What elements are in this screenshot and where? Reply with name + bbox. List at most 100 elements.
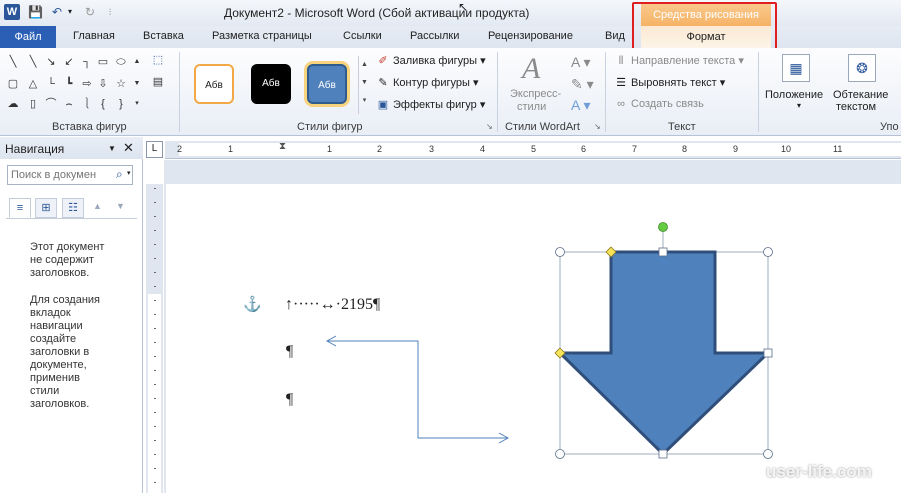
align-text-icon: ☰ [616, 77, 626, 89]
wrap-text-icon[interactable]: ❂ [848, 54, 876, 82]
align-text-label: Выровнять текст [631, 77, 717, 89]
tab-browse-pages[interactable]: ⊞ [35, 198, 57, 218]
paragraph-mark[interactable]: ¶ [286, 343, 293, 361]
tab-browse-headings[interactable]: ≡ [9, 198, 31, 218]
shape-style-orange-outline[interactable]: Абв [194, 64, 234, 104]
tab-home[interactable]: Главная [73, 30, 115, 42]
shape-outline-button[interactable]: ✎ Контур фигуры ▾ [376, 76, 478, 89]
rectangle-icon[interactable]: ▭ [96, 56, 110, 68]
cloud-icon[interactable]: ☁ [6, 98, 20, 110]
shape-effects-label: Эффекты фигур [393, 99, 477, 111]
curve-icon[interactable]: ⌒ [44, 98, 58, 110]
vertical-ruler[interactable] [146, 184, 163, 493]
position-button[interactable]: Положение [765, 89, 823, 101]
arrow-line-icon[interactable]: ↘ [44, 56, 58, 68]
arc-icon[interactable]: ⌢ [62, 98, 76, 110]
ruler-tick [154, 244, 156, 245]
position-dropdown-icon[interactable]: ▾ [797, 101, 801, 110]
ruler-tick [154, 440, 156, 441]
star-icon[interactable]: ☆ [114, 78, 128, 90]
dialog-launcher-icon[interactable]: ↘ [594, 122, 603, 131]
paragraph-mark[interactable]: ¶ [286, 391, 293, 409]
ruler-tick [154, 342, 156, 343]
tab-references[interactable]: Ссылки [343, 30, 382, 42]
wrap-text-line1[interactable]: Обтекание [833, 89, 888, 101]
wrap-text-line2[interactable]: текстом [836, 101, 876, 113]
line-icon[interactable]: ╲ [26, 56, 40, 68]
customize-qat-icon[interactable]: ⫶ [104, 4, 116, 20]
text-outline-icon[interactable]: ✎ ▾ [571, 76, 594, 93]
oval-icon[interactable]: ⬭ [114, 56, 128, 68]
double-arrow-icon[interactable]: ↙ [62, 56, 76, 68]
styles-scroll-icon[interactable]: ▲ ▼ ▾ [358, 56, 370, 114]
ruler-tick [154, 286, 156, 287]
search-options-icon[interactable]: ▾ [127, 169, 131, 177]
tab-page-layout[interactable]: Разметка страницы [212, 30, 312, 42]
horizontal-ruler[interactable]: 2 1 1 2 3 4 5 6 7 8 9 10 11 ⧗ [165, 141, 901, 159]
create-link-button[interactable]: ∞ Создать связь [614, 98, 704, 110]
text-fill-icon[interactable]: A ▾ [571, 54, 590, 71]
elbow-connector-icon[interactable]: ┐ [80, 56, 94, 68]
ruler-number: 10 [781, 144, 792, 154]
edit-shape-icon[interactable]: ⬚ [148, 54, 168, 66]
ruler-tick [154, 272, 156, 273]
line-icon[interactable]: ╲ [6, 56, 20, 68]
close-icon[interactable]: ✕ [123, 140, 134, 156]
arrow-right-icon[interactable]: ⇨ [80, 78, 94, 90]
ruler-tick [154, 370, 156, 371]
anchor-icon: ⚓ [243, 296, 262, 313]
tab-selector-button[interactable]: L [146, 141, 163, 158]
ruler-text-area [148, 294, 161, 493]
express-styles-line1[interactable]: Экспресс- [510, 88, 561, 100]
document-page[interactable] [166, 184, 901, 493]
group-separator [497, 52, 498, 132]
word-logo-icon[interactable]: W [4, 4, 20, 20]
express-styles-line2[interactable]: стили [517, 101, 546, 113]
search-icon[interactable]: ⌕ [116, 167, 123, 182]
rectangle-icon[interactable]: ▯ [26, 98, 40, 110]
next-result-icon[interactable]: ▼ [116, 201, 125, 211]
pane-options-icon[interactable]: ▼ [108, 144, 116, 153]
position-icon[interactable]: ▦ [782, 54, 810, 82]
shape-fill-label: Заливка фигуры [393, 55, 478, 67]
tab-browse-results[interactable]: ☷ [62, 198, 84, 218]
tab-view[interactable]: Вид [605, 30, 625, 42]
text-effects-icon[interactable]: A ▾ [571, 97, 590, 114]
ruler-tick [154, 482, 156, 483]
previous-result-icon[interactable]: ▲ [93, 201, 102, 211]
text-direction-button[interactable]: ⫴ Направление текста ▾ [614, 54, 744, 68]
text-box-icon[interactable]: ▤ [148, 76, 168, 88]
elbow-arrow-icon[interactable]: ┗ [62, 78, 76, 90]
shape-effects-button[interactable]: ▣ Эффекты фигур ▾ [376, 98, 486, 111]
gallery-more-icon[interactable]: ▾ [130, 98, 144, 110]
tab-insert[interactable]: Вставка [143, 30, 184, 42]
group-label-arrange: Упо [880, 121, 899, 133]
undo-dropdown-icon[interactable]: ▾ [66, 4, 74, 20]
wordart-a-icon[interactable]: A [522, 52, 540, 86]
align-text-button[interactable]: ☰ Выровнять текст ▾ [614, 76, 725, 89]
indent-marker-icon[interactable]: ⧗ [279, 141, 286, 152]
save-icon[interactable]: 💾 [28, 4, 43, 20]
shape-style-black[interactable]: Абв [251, 64, 291, 104]
shape-style-blue-selected[interactable]: Абв [307, 64, 347, 104]
brace-icon[interactable]: } [114, 98, 128, 110]
triangle-icon[interactable]: △ [26, 78, 40, 90]
tab-mailings[interactable]: Рассылки [410, 30, 459, 42]
undo-icon[interactable]: ↶ [50, 4, 64, 20]
gallery-up-icon[interactable]: ▲ [130, 56, 144, 68]
brace-icon[interactable]: { [96, 98, 110, 110]
rounded-rectangle-icon[interactable]: ▢ [6, 78, 20, 90]
tab-file[interactable]: Файл [0, 26, 56, 48]
gallery-down-icon[interactable]: ▼ [130, 78, 144, 90]
redo-icon[interactable]: ↻ [83, 4, 97, 20]
window-title: Документ2 - Microsoft Word (Сбой активац… [224, 6, 530, 20]
document-line[interactable]: ↑·····↔·2195¶ [285, 296, 380, 314]
tab-review[interactable]: Рецензирование [488, 30, 573, 42]
search-document-input[interactable] [7, 165, 133, 185]
dialog-launcher-icon[interactable]: ↘ [486, 122, 495, 131]
brace-icon[interactable]: ⎱ [80, 98, 94, 110]
elbow-connector-icon[interactable]: └ [44, 78, 58, 90]
arrow-down-icon[interactable]: ⇩ [96, 78, 110, 90]
group-label-insert-shapes: Вставка фигур [52, 121, 127, 133]
shape-fill-button[interactable]: ✐ Заливка фигуры ▾ [376, 54, 485, 67]
